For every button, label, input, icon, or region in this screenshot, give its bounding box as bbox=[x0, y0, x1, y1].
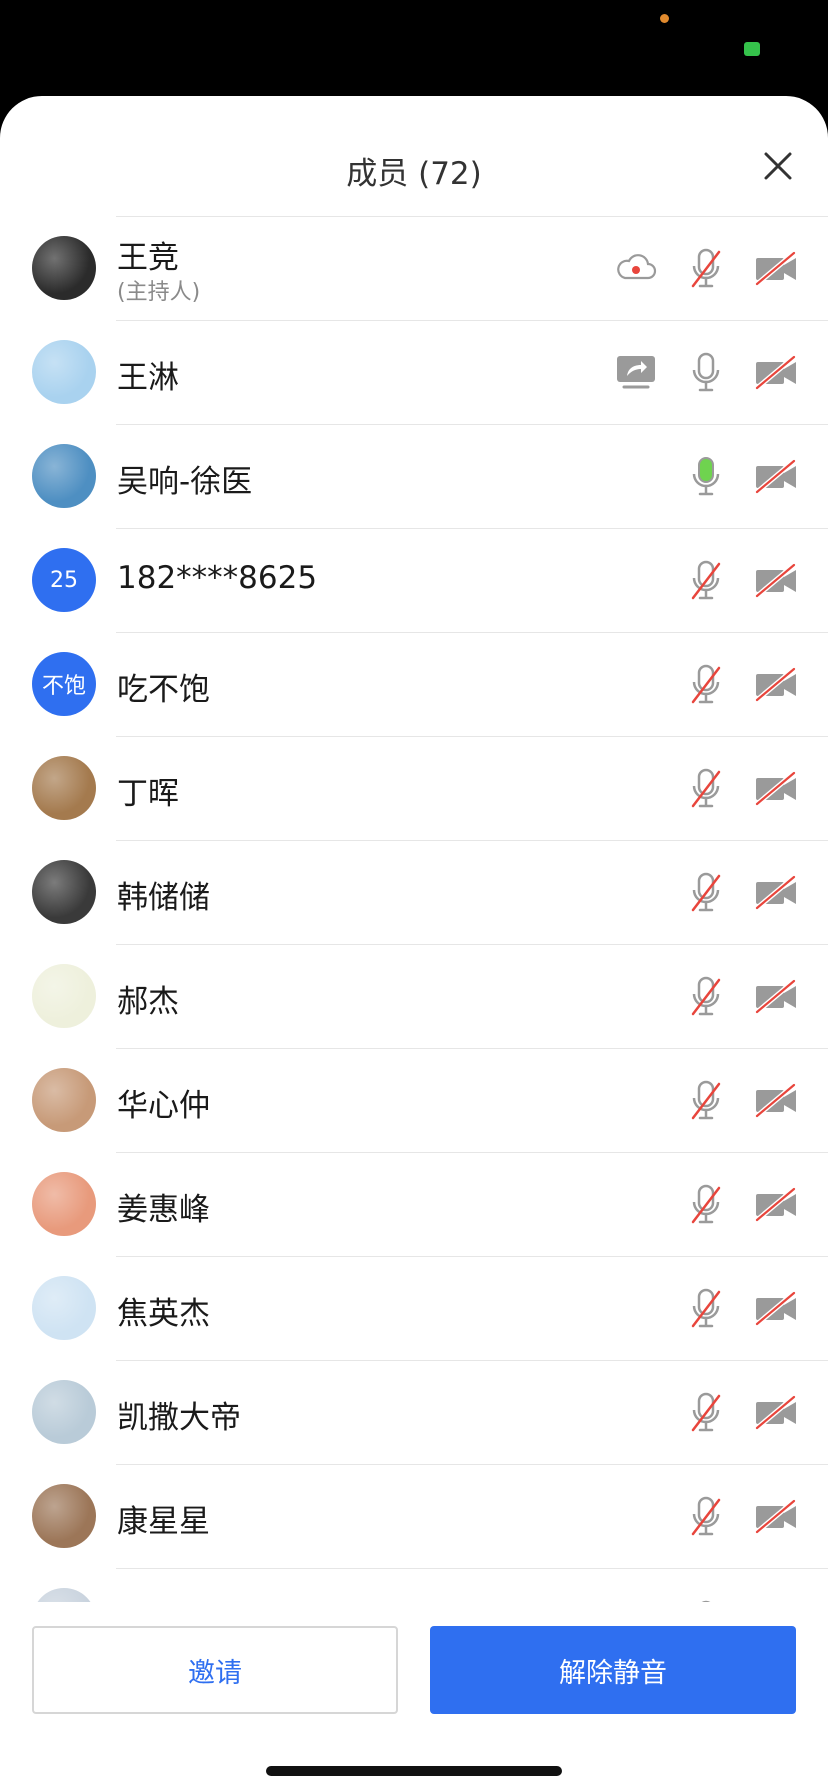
member-row[interactable]: 康星星 bbox=[0, 1464, 828, 1568]
avatar bbox=[32, 756, 96, 820]
invite-button[interactable]: 邀请 bbox=[32, 1626, 398, 1714]
home-indicator bbox=[266, 1766, 562, 1776]
avatar bbox=[32, 1484, 96, 1548]
camera-off-icon[interactable] bbox=[754, 560, 798, 600]
avatar bbox=[32, 1172, 96, 1236]
mic-muted-icon[interactable] bbox=[690, 664, 722, 704]
member-row[interactable] bbox=[0, 1568, 828, 1602]
cloud-record-icon bbox=[614, 248, 658, 288]
member-name: 凯撒大帝 bbox=[117, 1400, 241, 1436]
unmute-all-button[interactable]: 解除静音 bbox=[430, 1626, 796, 1714]
camera-off-icon[interactable] bbox=[754, 1080, 798, 1120]
member-row[interactable]: 姜惠峰 bbox=[0, 1152, 828, 1256]
member-name: 王淋 bbox=[117, 360, 179, 396]
avatar: 不饱 bbox=[32, 652, 96, 716]
camera-off-icon[interactable] bbox=[754, 1184, 798, 1224]
microphone-icon[interactable] bbox=[690, 352, 722, 392]
member-name: 吴响-徐医 bbox=[117, 464, 253, 500]
member-name: 182****8625 bbox=[117, 560, 318, 596]
member-row[interactable]: 焦英杰 bbox=[0, 1256, 828, 1360]
footer-bar: 邀请 解除静音 bbox=[0, 1602, 828, 1792]
mic-muted-icon[interactable] bbox=[690, 1288, 722, 1328]
member-row[interactable]: 华心仲 bbox=[0, 1048, 828, 1152]
member-row[interactable]: 王淋 bbox=[0, 320, 828, 424]
mic-muted-icon[interactable] bbox=[690, 1496, 722, 1536]
member-name: 韩储储 bbox=[117, 880, 210, 916]
avatar: 25 bbox=[32, 548, 96, 612]
avatar bbox=[32, 444, 96, 508]
screen-share-icon bbox=[614, 352, 658, 392]
status-indicator bbox=[744, 42, 760, 56]
avatar bbox=[32, 1380, 96, 1444]
member-role: (主持人) bbox=[117, 280, 201, 305]
avatar bbox=[32, 860, 96, 924]
member-row[interactable]: 王竞 (主持人) bbox=[0, 216, 828, 320]
member-name: 焦英杰 bbox=[117, 1296, 210, 1332]
members-sheet: 成员 (72) 王竞 (主持人) 王淋 吴响-徐医 25 182****8625 bbox=[0, 96, 828, 1792]
member-name: 王竞 bbox=[117, 240, 179, 276]
camera-off-icon[interactable] bbox=[754, 352, 798, 392]
member-row[interactable]: 不饱 吃不饱 bbox=[0, 632, 828, 736]
member-name: 郝杰 bbox=[117, 984, 179, 1020]
camera-off-icon[interactable] bbox=[754, 248, 798, 288]
camera-off-icon[interactable] bbox=[754, 1288, 798, 1328]
member-row[interactable]: 丁晖 bbox=[0, 736, 828, 840]
member-row[interactable]: 25 182****8625 bbox=[0, 528, 828, 632]
microphone-icon[interactable] bbox=[690, 456, 722, 496]
mic-muted-icon[interactable] bbox=[690, 872, 722, 912]
member-list[interactable]: 王竞 (主持人) 王淋 吴响-徐医 25 182****8625 不饱吃不饱 bbox=[0, 216, 828, 1602]
camera-off-icon[interactable] bbox=[754, 456, 798, 496]
camera-off-icon[interactable] bbox=[754, 1496, 798, 1536]
member-name: 姜惠峰 bbox=[117, 1192, 210, 1228]
camera-off-icon[interactable] bbox=[754, 768, 798, 808]
member-row[interactable]: 郝杰 bbox=[0, 944, 828, 1048]
camera-off-icon[interactable] bbox=[754, 1392, 798, 1432]
mic-muted-icon[interactable] bbox=[690, 1080, 722, 1120]
mic-muted-icon[interactable] bbox=[690, 976, 722, 1016]
avatar bbox=[32, 1276, 96, 1340]
avatar bbox=[32, 964, 96, 1028]
close-icon[interactable] bbox=[760, 148, 796, 184]
member-name: 康星星 bbox=[117, 1504, 210, 1540]
member-name: 丁晖 bbox=[117, 776, 179, 812]
avatar bbox=[32, 340, 96, 404]
member-name: 华心仲 bbox=[117, 1088, 210, 1124]
camera-off-icon[interactable] bbox=[754, 664, 798, 704]
privacy-indicator-dot bbox=[660, 14, 669, 23]
member-row[interactable]: 韩储储 bbox=[0, 840, 828, 944]
member-row[interactable]: 凯撒大帝 bbox=[0, 1360, 828, 1464]
mic-muted-icon[interactable] bbox=[690, 248, 722, 288]
avatar bbox=[32, 1068, 96, 1132]
camera-off-icon[interactable] bbox=[754, 872, 798, 912]
avatar bbox=[32, 1588, 96, 1602]
camera-off-icon[interactable] bbox=[754, 976, 798, 1016]
page-title: 成员 (72) bbox=[346, 156, 482, 192]
mic-muted-icon[interactable] bbox=[690, 768, 722, 808]
member-row[interactable]: 吴响-徐医 bbox=[0, 424, 828, 528]
avatar bbox=[32, 236, 96, 300]
mic-muted-icon[interactable] bbox=[690, 560, 722, 600]
member-name: 吃不饱 bbox=[117, 672, 210, 708]
mic-muted-icon[interactable] bbox=[690, 1184, 722, 1224]
sheet-header: 成员 (72) bbox=[0, 96, 828, 216]
mic-muted-icon[interactable] bbox=[690, 1392, 722, 1432]
